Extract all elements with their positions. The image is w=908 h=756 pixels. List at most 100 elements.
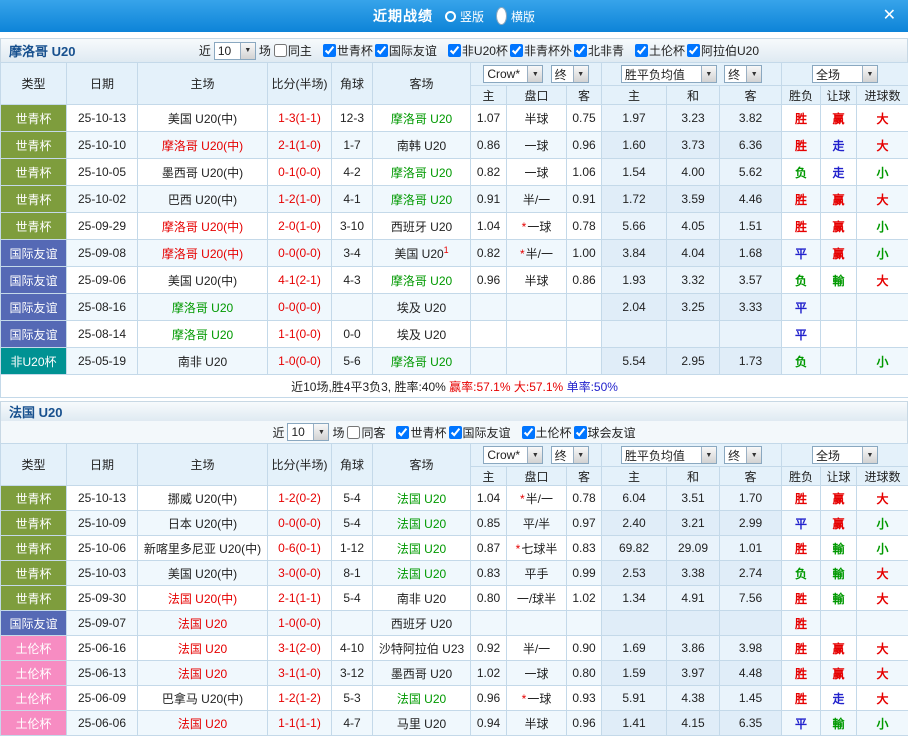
filter-checkbox[interactable] [323,44,336,57]
filter-option[interactable]: 阿拉伯U20 [687,42,759,59]
bookmaker-select[interactable]: Crow*▼ [483,65,543,83]
filter-checkbox[interactable] [574,44,587,57]
corner-cell [332,294,373,321]
date-cell: 25-09-08 [67,240,138,267]
home-team-cell: 摩洛哥 U20(中) [138,132,268,159]
odds-time-select[interactable]: 终▼ [551,65,589,83]
close-icon[interactable]: ✕ [883,7,896,25]
avg-away-odds-cell: 3.82 [720,105,782,132]
odds-time-select[interactable]: 终▼ [551,446,589,464]
filter-option[interactable]: 国际友谊 [375,42,437,59]
avg-odds-select[interactable]: 胜平负均值▼ [621,446,717,464]
score-cell: 3-1(2-0) [268,636,332,661]
result-cell: 胜 [782,213,821,240]
subheader-avg-away: 客 [720,86,782,105]
away-team-cell: 摩洛哥 U20 [373,159,471,186]
handicap-line-cell: 平手 [507,561,567,586]
goals-cell: 大 [857,105,908,132]
filter-checkbox[interactable] [449,426,462,439]
handicap-result-cell: 赢 [821,636,857,661]
filter-option[interactable]: 同主 [274,42,312,59]
avg-odds-select[interactable]: 胜平负均值▼ [621,65,717,83]
result-cell: 负 [782,267,821,294]
filter-option[interactable]: 国际友谊 [449,424,511,441]
goals-cell: 大 [857,561,908,586]
scope-select[interactable]: 全场▼ [812,446,878,464]
filter-checkbox[interactable] [347,426,360,439]
match-row: 世青杯25-10-02巴西 U20(中)1-2(1-0)4-1摩洛哥 U200.… [1,186,908,213]
filter-checkbox-group: 同主世青杯国际友谊非U20杯非青杯外北非青土伦杯阿拉伯U20 [274,42,759,59]
table-header-groups: 类型 日期 主场 比分(半场) 角球 客场 Crow*▼ 终▼ 胜平负均值▼ 终… [1,63,908,86]
match-count-select[interactable]: 10 ▼ [287,423,329,441]
home-team-cell: 挪威 U20(中) [138,486,268,511]
filter-checkbox[interactable] [522,426,535,439]
handicap-result-cell: 赢 [821,213,857,240]
filter-option[interactable]: 非U20杯 [448,42,508,59]
filter-option[interactable]: 同客 [347,424,385,441]
avg-time-select[interactable]: 终▼ [724,446,762,464]
filter-checkbox[interactable] [375,44,388,57]
goals-cell: 大 [857,661,908,686]
match-count-select[interactable]: 10 ▼ [214,42,256,60]
filter-option[interactable]: 世青杯 [323,42,373,59]
column-header: 主场 [138,444,268,486]
filter-checkbox[interactable] [274,44,287,57]
result-group: 全场▼ [782,63,908,86]
filter-checkbox[interactable] [448,44,461,57]
home-team-cell: 法国 U20(中) [138,586,268,611]
bookmaker-select-value: Crow* [487,448,520,462]
filter-checkbox[interactable] [687,44,700,57]
team-title: 法国 U20 [9,402,62,421]
filter-option[interactable]: 土伦杯 [522,424,572,441]
summary-segment: 近10场,胜4平3负3, 胜率:40% [291,380,449,394]
handicap-away-odds-cell: 0.97 [567,511,602,536]
handicap-away-odds-cell: 0.99 [567,561,602,586]
handicap-home-odds-cell: 0.86 [471,132,507,159]
handicap-result-cell: 輸 [821,711,857,736]
avg-home-odds-cell: 6.04 [602,486,667,511]
filter-checkbox[interactable] [574,426,587,439]
away-team-cell: 法国 U20 [373,686,471,711]
filter-checkbox[interactable] [396,426,409,439]
morocco-section: 摩洛哥 U20 近 10 ▼ 场 同主世青杯国际友谊非U20杯非青杯外北非青土伦… [0,38,908,398]
home-team-cell: 摩洛哥 U20 [138,294,268,321]
handicap-line-cell: *七球半 [507,536,567,561]
competition-type-cell: 世青杯 [1,486,67,511]
layout-radio-horizontal[interactable]: 横版 [496,7,535,25]
avg-home-odds-cell: 1.69 [602,636,667,661]
filter-option[interactable]: 非青杯外 [510,42,572,59]
date-cell: 25-08-14 [67,321,138,348]
filter-checkbox[interactable] [635,44,648,57]
filter-checkbox[interactable] [510,44,523,57]
avg-away-odds-cell [720,321,782,348]
competition-type-cell: 世青杯 [1,561,67,586]
handicap-result-cell [821,611,857,636]
avg-time-select[interactable]: 终▼ [724,65,762,83]
match-row: 世青杯25-09-29摩洛哥 U20(中)2-0(1-0)3-10西班牙 U20… [1,213,908,240]
handicap-result-cell: 赢 [821,240,857,267]
handicap-result-cell: 赢 [821,511,857,536]
handicap-home-odds-cell: 0.94 [471,711,507,736]
score-cell: 2-1(1-1) [268,586,332,611]
match-row: 世青杯25-10-10摩洛哥 U20(中)2-1(1-0)1-7南韩 U200.… [1,132,908,159]
filter-option[interactable]: 土伦杯 [635,42,685,59]
result-cell: 胜 [782,486,821,511]
layout-radio-vertical[interactable]: 竖版 [445,8,484,25]
corner-cell: 3-4 [332,240,373,267]
scope-select-value: 全场 [816,447,840,464]
handicap-result-cell: 輸 [821,536,857,561]
match-row: 国际友谊25-09-08摩洛哥 U20(中)0-0(0-0)3-4美国 U201… [1,240,908,267]
filter-option[interactable]: 北非青 [574,42,624,59]
france-section: 法国 U20 近 10 ▼ 场 同客世青杯国际友谊土伦杯球会友谊 类型 日期 主… [0,401,908,736]
avg-odds-select-value: 胜平负均值 [625,66,685,83]
avg-home-odds-cell [602,611,667,636]
scope-select[interactable]: 全场▼ [812,65,878,83]
filter-checkbox-group: 同客世青杯国际友谊土伦杯球会友谊 [347,424,635,441]
bookmaker-select[interactable]: Crow*▼ [483,446,543,464]
date-cell: 25-05-19 [67,348,138,375]
competition-type-cell: 国际友谊 [1,321,67,348]
filter-option[interactable]: 球会友谊 [574,424,636,441]
away-team-cell: 法国 U20 [373,486,471,511]
filter-option[interactable]: 世青杯 [396,424,446,441]
result-cell: 平 [782,294,821,321]
